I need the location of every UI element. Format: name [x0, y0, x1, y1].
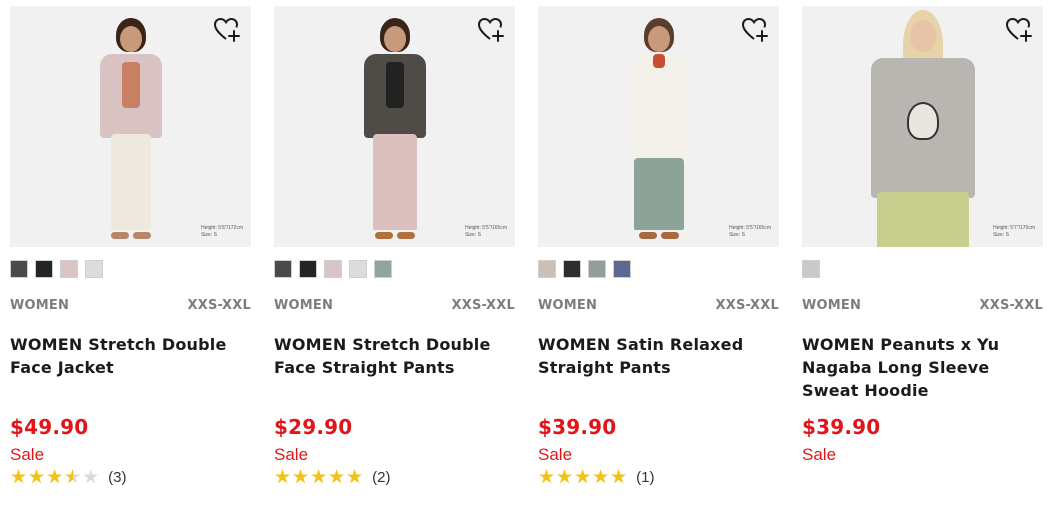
model-size-note: Height: 5'7"/170cm Size: S	[993, 225, 1035, 239]
product-card[interactable]: Height: 5'7"/170cm Size: S WOMEN XXS-XXL WOM…	[802, 6, 1043, 487]
model-photo	[71, 6, 191, 247]
heart-plus-icon[interactable]	[477, 16, 505, 44]
color-swatch[interactable]	[10, 260, 28, 278]
model-size-text: Size: S	[993, 232, 1009, 238]
color-swatch[interactable]	[588, 260, 606, 278]
model-size-note: Height: 5'5"/165cm Size: S	[465, 225, 507, 239]
product-card[interactable]: Height: 5'8"/172cm Size: S WOMEN XXS-XXL WOM…	[10, 6, 251, 487]
product-rating[interactable]: ★★★★★ ★★★★★ (1)	[538, 467, 779, 487]
product-grid: Height: 5'8"/172cm Size: S WOMEN XXS-XXL WOM…	[10, 6, 1043, 487]
model-size-note: Height: 5'8"/172cm Size: S	[201, 225, 243, 239]
product-meta: WOMEN XXS-XXL	[538, 298, 779, 313]
color-swatch[interactable]	[349, 260, 367, 278]
product-meta: WOMEN XXS-XXL	[802, 298, 1043, 313]
model-size-text: Size: S	[201, 232, 217, 238]
color-swatches	[802, 260, 1043, 278]
review-count: (2)	[372, 468, 391, 486]
model-size-text: Size: S	[465, 232, 481, 238]
gender-category: WOMEN	[10, 298, 70, 313]
model-photo	[863, 6, 983, 247]
color-swatches	[274, 260, 515, 278]
color-swatches	[538, 260, 779, 278]
sale-label: Sale	[274, 445, 309, 464]
product-meta: WOMEN XXS-XXL	[10, 298, 251, 313]
heart-plus-icon[interactable]	[213, 16, 241, 44]
product-name[interactable]: WOMEN Peanuts x Yu Nagaba Long Sleeve Sw…	[802, 333, 1043, 405]
size-range: XXS-XXL	[187, 298, 251, 313]
color-swatch[interactable]	[802, 260, 820, 278]
model-size-note: Height: 5'5"/165cm Size: S	[729, 225, 771, 239]
product-name[interactable]: WOMEN Stretch Double Face Jacket	[10, 333, 251, 405]
product-image[interactable]: Height: 5'5"/165cm Size: S	[274, 6, 515, 247]
color-swatch[interactable]	[374, 260, 392, 278]
product-price: $29.90	[274, 415, 353, 439]
color-swatch[interactable]	[563, 260, 581, 278]
review-count: (3)	[108, 468, 127, 486]
color-swatch[interactable]	[85, 260, 103, 278]
heart-plus-icon[interactable]	[741, 16, 769, 44]
size-range: XXS-XXL	[451, 298, 515, 313]
model-height-text: Height: 5'5"/165cm	[465, 225, 507, 231]
color-swatch[interactable]	[324, 260, 342, 278]
product-card[interactable]: Height: 5'5"/165cm Size: S WOMEN XXS-XXL WOM…	[538, 6, 779, 487]
size-range: XXS-XXL	[715, 298, 779, 313]
color-swatch[interactable]	[60, 260, 78, 278]
model-height-text: Height: 5'8"/172cm	[201, 225, 243, 231]
review-count: (1)	[636, 468, 655, 486]
product-meta: WOMEN XXS-XXL	[274, 298, 515, 313]
gender-category: WOMEN	[274, 298, 334, 313]
star-icon: ★★★★★★★★★★	[274, 465, 365, 488]
gender-category: WOMEN	[802, 298, 862, 313]
product-rating[interactable]: ★★★★★ ★★★★★ (2)	[274, 467, 515, 487]
heart-plus-icon[interactable]	[1005, 16, 1033, 44]
product-image[interactable]: Height: 5'5"/165cm Size: S	[538, 6, 779, 247]
model-height-text: Height: 5'5"/165cm	[729, 225, 771, 231]
sale-label: Sale	[802, 445, 837, 464]
snoopy-graphic	[906, 102, 939, 140]
sale-label: Sale	[538, 445, 573, 464]
model-size-text: Size: S	[729, 232, 745, 238]
model-photo	[335, 6, 455, 247]
color-swatch[interactable]	[613, 260, 631, 278]
product-price: $39.90	[802, 415, 881, 439]
product-price: $39.90	[538, 415, 617, 439]
star-icon: ★★★★★★★★★★	[538, 465, 629, 488]
product-image[interactable]: Height: 5'7"/170cm Size: S	[802, 6, 1043, 247]
color-swatch[interactable]	[274, 260, 292, 278]
color-swatches	[10, 260, 251, 278]
product-rating[interactable]: ★★★★★★★★★★ (3)	[10, 467, 251, 487]
product-name[interactable]: WOMEN Satin Relaxed Straight Pants	[538, 333, 779, 405]
size-range: XXS-XXL	[979, 298, 1043, 313]
model-height-text: Height: 5'7"/170cm	[993, 225, 1035, 231]
product-image[interactable]: Height: 5'8"/172cm Size: S	[10, 6, 251, 247]
product-price: $49.90	[10, 415, 89, 439]
product-card[interactable]: Height: 5'5"/165cm Size: S WOMEN XXS-XXL WOM…	[274, 6, 515, 487]
product-name[interactable]: WOMEN Stretch Double Face Straight Pants	[274, 333, 515, 405]
color-swatch[interactable]	[538, 260, 556, 278]
sale-label: Sale	[10, 445, 45, 464]
color-swatch[interactable]	[299, 260, 317, 278]
model-photo	[599, 6, 719, 247]
color-swatch[interactable]	[35, 260, 53, 278]
star-icon: ★★★★★★★★★★	[10, 465, 101, 488]
gender-category: WOMEN	[538, 298, 598, 313]
